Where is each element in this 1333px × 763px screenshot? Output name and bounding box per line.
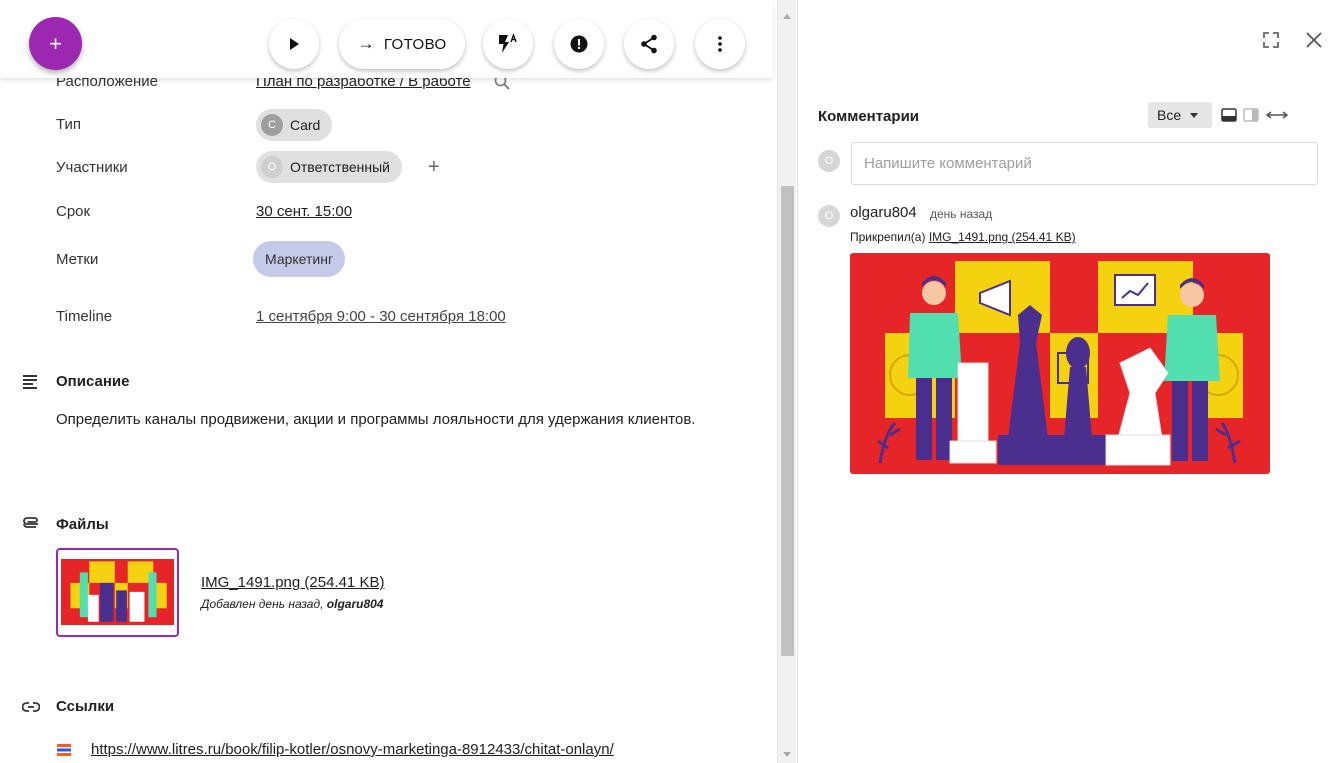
file-meta-prefix: Добавлен день назад, <box>201 597 327 611</box>
due-label: Срок <box>56 203 91 220</box>
plus-icon: + <box>49 30 62 56</box>
comments-filter-select[interactable]: Все <box>1148 102 1212 128</box>
filter-value: Все <box>1157 107 1182 123</box>
comment-author-avatar: O <box>818 205 840 227</box>
timeline-label: Timeline <box>56 308 113 325</box>
more-menu-button[interactable] <box>695 19 745 69</box>
scrollbar-thumb[interactable] <box>781 186 794 656</box>
current-user-avatar: O <box>818 150 840 172</box>
attached-prefix: Прикрепил(а) <box>850 230 929 244</box>
links-title: Ссылки <box>56 698 115 715</box>
alert-circle-icon <box>570 35 588 53</box>
comment-attachment-image[interactable] <box>850 253 1270 474</box>
type-value: Card <box>290 117 321 133</box>
flash-auto-icon <box>499 34 517 53</box>
tags-label: Метки <box>56 251 99 268</box>
link-icon <box>22 702 40 712</box>
start-timer-button[interactable] <box>269 19 319 69</box>
chess-illustration-image <box>61 559 174 625</box>
paperclip-icon <box>23 517 38 528</box>
done-label: ГОТОВО <box>383 35 447 53</box>
member-role: Ответственный <box>290 159 390 175</box>
file-thumbnail[interactable] <box>56 548 179 637</box>
description-text[interactable]: Определить каналы продвижени, акции и пр… <box>56 409 696 430</box>
comment-attachment-text: Прикрепил(а) IMG_1491.png (254.41 KB) <box>850 230 1076 244</box>
members-label: Участники <box>56 159 128 176</box>
play-icon <box>290 38 299 50</box>
expand-width-icon[interactable] <box>1266 108 1288 122</box>
description-icon <box>23 375 37 389</box>
comments-panel: Комментарии Все O Напишите комментарий O… <box>797 0 1333 763</box>
external-link[interactable]: https://www.litres.ru/book/filip-kotler/… <box>91 741 614 758</box>
scroll-down-arrow[interactable] <box>783 752 791 757</box>
description-title: Описание <box>56 373 130 390</box>
arrow-right-icon: → <box>357 34 375 53</box>
chess-illustration-image <box>850 253 1270 474</box>
add-fab-button[interactable]: + <box>29 17 82 70</box>
type-avatar: C <box>261 114 283 136</box>
priority-button[interactable] <box>554 19 604 69</box>
due-date-link[interactable]: 30 сент. 15:00 <box>256 203 352 220</box>
layout-right-icon[interactable] <box>1243 108 1259 122</box>
files-title: Файлы <box>56 516 109 533</box>
file-name-link[interactable]: IMG_1491.png (254.41 KB) <box>201 574 384 591</box>
layout-bottom-icon[interactable] <box>1221 108 1237 122</box>
member-chip[interactable]: O Ответственный <box>256 151 402 183</box>
left-panel-scrollbar[interactable] <box>777 0 796 763</box>
comment-timestamp: день назад <box>930 207 993 221</box>
comment-author[interactable]: olgaru804 <box>850 204 917 221</box>
comment-input[interactable]: Напишите комментарий <box>851 142 1318 185</box>
file-meta: Добавлен день назад, olgaru804 <box>201 597 383 611</box>
share-icon <box>641 34 657 54</box>
scroll-up-arrow[interactable] <box>783 14 791 19</box>
file-author: olgaru804 <box>326 597 384 611</box>
type-chip[interactable]: C Card <box>256 109 333 141</box>
move-to-done-button[interactable]: → ГОТОВО <box>339 19 465 69</box>
more-vertical-icon <box>718 36 722 52</box>
tag-chip[interactable]: Маркетинг <box>253 241 346 277</box>
add-member-button[interactable]: + <box>428 156 440 179</box>
share-button[interactable] <box>624 19 674 69</box>
fullscreen-icon[interactable] <box>1261 30 1281 50</box>
member-avatar: O <box>261 156 283 178</box>
chevron-down-icon <box>1190 112 1199 118</box>
automation-button[interactable] <box>483 19 533 69</box>
attached-file-link[interactable]: IMG_1491.png (254.41 KB) <box>929 230 1076 244</box>
comments-title: Комментарии <box>818 108 920 125</box>
timeline-link[interactable]: 1 сентября 9:00 - 30 сентября 18:00 <box>256 308 506 325</box>
close-icon[interactable] <box>1304 30 1324 50</box>
task-details-panel: + → ГОТОВО Расположение План по разработ… <box>0 0 777 763</box>
litres-favicon-icon <box>57 744 71 756</box>
type-label: Тип <box>56 116 82 133</box>
